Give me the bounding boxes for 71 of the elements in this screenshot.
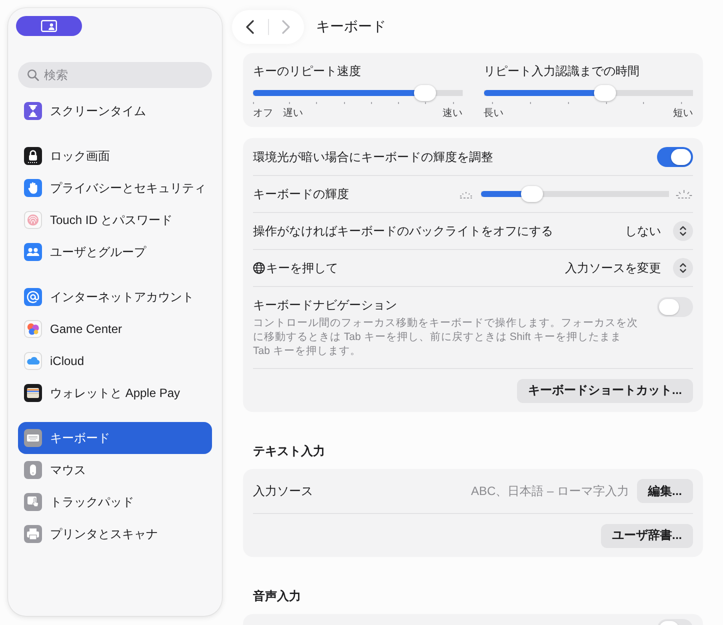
sidebar-item[interactable]: ユーザとグループ [18, 236, 212, 268]
sidebar-item[interactable]: トラックパッド [18, 486, 212, 518]
sidebar-item[interactable]: キーボード [18, 422, 212, 454]
slider-thumb[interactable] [414, 85, 436, 101]
tick-mark [370, 102, 372, 104]
bubbles-icon [24, 320, 42, 338]
slider-label: リピート入力認識までの時間 [484, 63, 640, 79]
high-brightness-icon [675, 189, 693, 199]
mouse-icon [24, 461, 42, 479]
popup-button[interactable]: 入力ソースを変更 [565, 258, 693, 278]
search-field[interactable]: 検索 [18, 62, 212, 88]
setting-value: ABC、日本語 – ローマ字入力 [470, 482, 629, 500]
chevron-left-icon [246, 20, 254, 34]
push-button[interactable]: ユーザ辞書... [600, 524, 693, 548]
people-icon [24, 243, 42, 261]
tick-mark [568, 102, 569, 104]
tick-mark [289, 102, 290, 104]
scale-label: 短い [673, 108, 693, 120]
setting-label: キーボードの輝度 [253, 186, 349, 202]
fingerprint-icon [24, 211, 42, 229]
hourglass-icon [24, 102, 42, 120]
cloud-icon [24, 352, 42, 370]
section-heading: テキスト入力 [253, 444, 325, 458]
tick-mark [398, 102, 400, 104]
section-heading: 音声入力 [253, 589, 301, 603]
search-icon [27, 69, 39, 81]
scale-label: 速い [442, 108, 462, 120]
sidebar-item[interactable]: ロック画面 [18, 140, 212, 172]
printer-icon [24, 525, 42, 543]
push-button[interactable]: 編集... [636, 479, 693, 503]
up-down-chevron-icon [673, 258, 693, 278]
setting-label: 環境光が暗い場合にキーボードの輝度を調整 [253, 148, 493, 164]
setting-label: 入力ソース [253, 483, 313, 499]
setting-label: キーを押して [266, 260, 338, 276]
push-button[interactable]: キーボードショートカット... [516, 378, 693, 402]
low-brightness-icon [457, 189, 475, 199]
hand-icon [24, 179, 42, 197]
sidebar-item[interactable]: Touch ID とパスワード [18, 204, 212, 236]
person-card-icon [41, 20, 57, 32]
up-down-chevron-icon [673, 221, 693, 241]
sidebar-item[interactable]: スクリーンタイム [18, 95, 212, 127]
sidebar-item[interactable]: iCloud [18, 345, 212, 377]
keyboard-icon [24, 429, 42, 447]
toggle-switch[interactable] [657, 297, 693, 317]
sidebar-item[interactable]: インターネットアカウント [18, 281, 212, 313]
slider-label: キーのリピート速度 [253, 63, 361, 79]
page-title: キーボード [316, 18, 386, 36]
tick-mark [530, 102, 532, 104]
sidebar-item[interactable]: プリンタとスキャナ [18, 518, 212, 550]
profile-button[interactable] [16, 16, 82, 36]
scale-label: オフ [253, 108, 273, 120]
scale-label: 長い [484, 108, 504, 120]
sidebar-item[interactable]: プライバシーとセキュリティ [18, 172, 212, 204]
sidebar-item[interactable]: ウォレットと Apple Pay [18, 377, 212, 409]
setting-label: 操作がなければキーボードのバックライトをオフにする [253, 223, 553, 239]
toggle-switch[interactable] [657, 146, 693, 166]
setting-description: コントロール間のフォーカス移動をキーボードで操作します。フォーカスを次に移動するときは Tab キーを押し、前に戻すときは Shift キーを押したまま Tab キーを押します。 [253, 316, 639, 358]
popup-button[interactable]: しない [625, 221, 693, 241]
setting-label: キーボードナビゲーション [253, 297, 397, 313]
trackpad-icon [24, 493, 42, 511]
wallet-icon [24, 384, 42, 402]
padlock-icon [24, 147, 42, 165]
sidebar-item[interactable]: マウス [18, 454, 212, 486]
slider-thumb[interactable] [520, 186, 543, 202]
slider-thumb[interactable] [594, 85, 616, 101]
globe-icon [253, 262, 265, 274]
scale-label: 遅い [283, 108, 303, 120]
tick-mark [680, 102, 682, 104]
chevron-right-icon [282, 20, 290, 34]
sidebar-item[interactable]: Game Center [18, 313, 212, 345]
at-sign-icon [24, 288, 42, 306]
